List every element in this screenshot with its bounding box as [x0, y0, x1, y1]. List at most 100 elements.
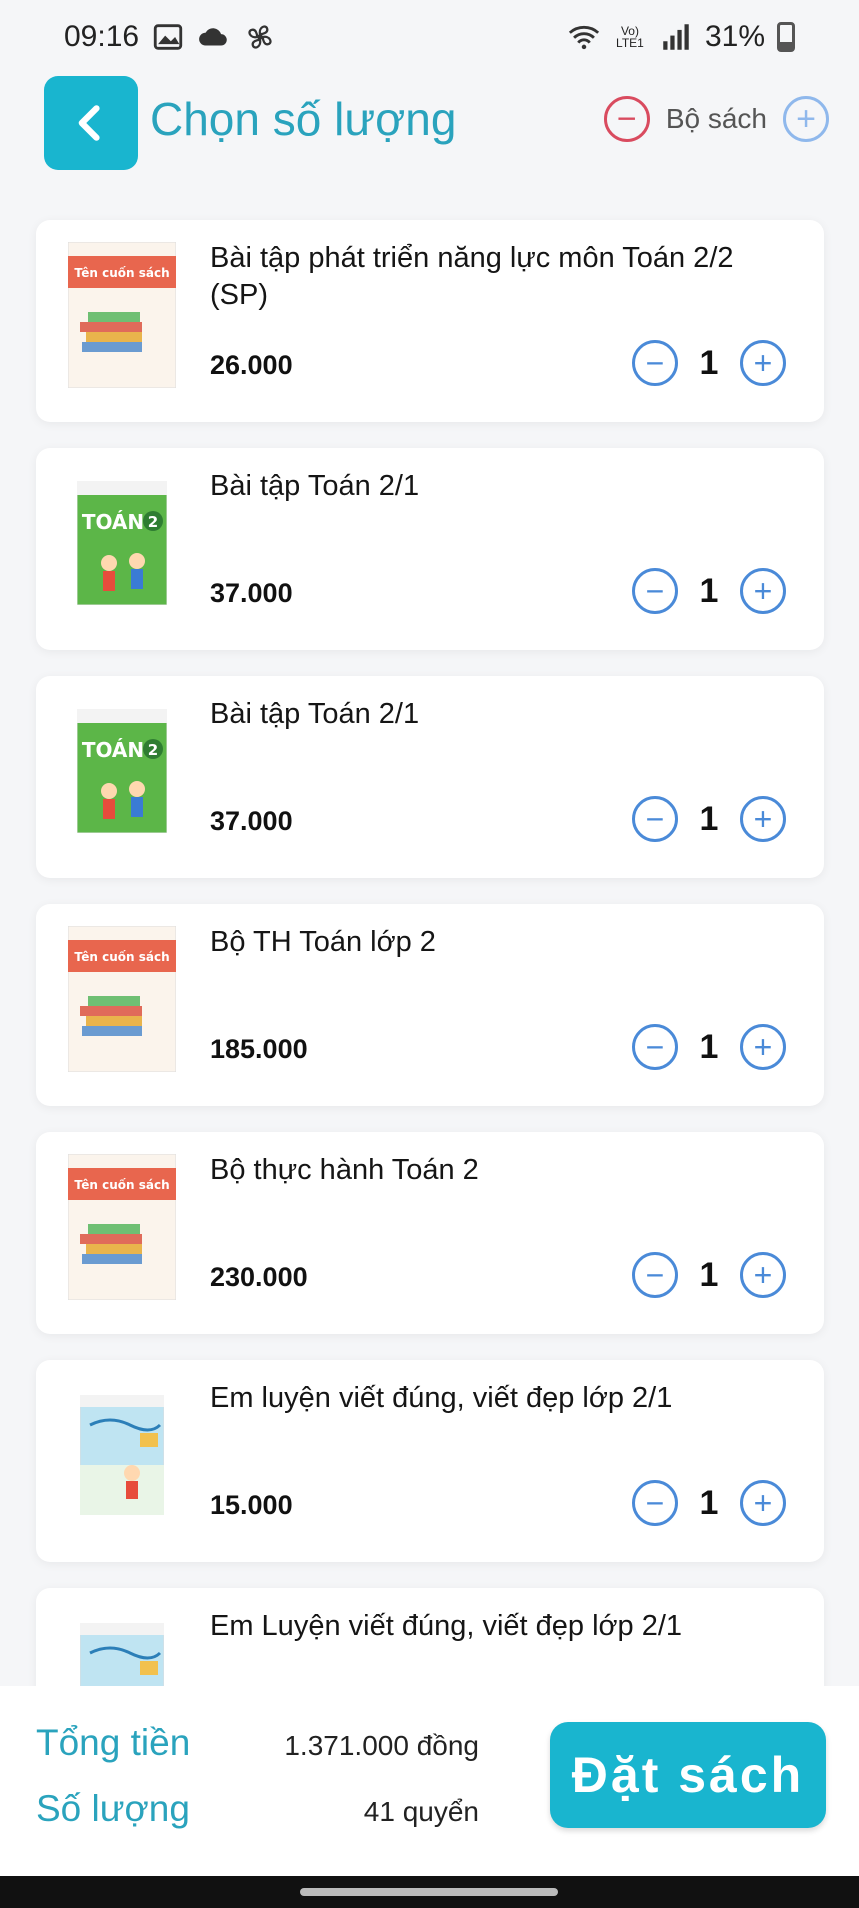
total-value: 1.371.000 đồng [284, 1730, 479, 1761]
decrease-button[interactable]: − [632, 1024, 678, 1070]
book-cover: Tên cuốn sách [68, 242, 176, 388]
book-cover: TOÁN 2 [68, 470, 176, 616]
book-card: TOÁN 2 Bài tập Toán 2/1 37.000 − 1 + [36, 448, 824, 650]
math-book-cover-icon: TOÁN 2 [77, 481, 167, 605]
minus-icon: − [645, 801, 665, 837]
order-button[interactable]: Đặt sách [550, 1722, 826, 1828]
book-placeholder-cover-icon: Tên cuốn sách [68, 242, 176, 388]
home-gesture-handle[interactable] [300, 1888, 558, 1896]
writing-book-cover-icon [80, 1395, 164, 1515]
increase-button[interactable]: + [740, 1024, 786, 1070]
book-card: Tên cuốn sách Bài tập phát triển năng lự… [36, 220, 824, 422]
cover-grade: 2 [148, 513, 158, 531]
status-right: Vo) LTE1 31% [567, 20, 795, 54]
increase-button[interactable]: + [740, 568, 786, 614]
quantity-stepper: − 1 + [632, 1252, 786, 1298]
battery-icon [777, 22, 795, 52]
book-title: Bộ thực hành Toán 2 [210, 1154, 479, 1186]
minus-icon: − [616, 100, 637, 138]
book-price: 230.000 [210, 1262, 308, 1292]
plus-icon: + [753, 1485, 773, 1521]
book-cover: Tên cuốn sách [68, 1154, 176, 1300]
quantity-value: 1 [699, 1483, 719, 1522]
decrease-button[interactable]: − [632, 796, 678, 842]
book-price: 37.000 [210, 806, 293, 836]
decrease-button[interactable]: − [632, 340, 678, 386]
gallery-icon [151, 20, 185, 54]
cover-label: TOÁN [82, 510, 144, 534]
page-title: Chọn số lượng [150, 93, 457, 145]
book-title: Bài tập phát triển năng lực môn Toán 2/2… [210, 242, 734, 311]
count-label: Số lượng [36, 1788, 190, 1829]
plus-icon: + [753, 1029, 773, 1065]
wifi-icon [567, 20, 601, 54]
book-card: TOÁN 2 Bài tập Toán 2/1 37.000 − 1 + [36, 676, 824, 878]
minus-icon: − [645, 1257, 665, 1293]
quantity-value: 1 [699, 1027, 719, 1066]
cover-label: Tên cuốn sách [74, 1178, 169, 1192]
book-price: 185.000 [210, 1034, 308, 1064]
book-price: 26.000 [210, 350, 293, 380]
status-time: 09:16 [64, 20, 140, 53]
book-card: Tên cuốn sách Bộ TH Toán lớp 2 185.000 −… [36, 904, 824, 1106]
book-cover: Tên cuốn sách [68, 926, 176, 1072]
quantity-stepper: − 1 + [632, 568, 786, 614]
cloud-icon [197, 20, 231, 54]
quantity-stepper: − 1 + [632, 340, 786, 386]
back-button[interactable] [44, 76, 138, 170]
navigation-bar [0, 1876, 859, 1908]
book-title: Em Luyện viết đúng, viết đẹp lớp 2/1 [210, 1610, 683, 1642]
quantity-stepper: − 1 + [632, 796, 786, 842]
book-price: 37.000 [210, 578, 293, 608]
book-cover: TOÁN 2 [68, 698, 176, 844]
quantity-value: 1 [699, 571, 719, 610]
increase-button[interactable]: + [740, 1252, 786, 1298]
plus-icon: + [753, 801, 773, 837]
increase-button[interactable]: + [740, 796, 786, 842]
book-title: Bài tập Toán 2/1 [210, 698, 420, 730]
quantity-value: 1 [699, 1255, 719, 1294]
network-label: Vo) LTE1 [616, 24, 644, 50]
count-value: 41 quyển [363, 1796, 479, 1827]
book-card: Em luyện viết đúng, viết đẹp lớp 2/1 15.… [36, 1360, 824, 1562]
book-card: Tên cuốn sách Bộ thực hành Toán 2 230.00… [36, 1132, 824, 1334]
book-placeholder-cover-icon: Tên cuốn sách [68, 926, 176, 1072]
decrease-button[interactable]: − [632, 1480, 678, 1526]
cover-label: TOÁN [82, 738, 144, 762]
increase-button[interactable]: + [740, 340, 786, 386]
increase-button[interactable]: + [740, 1480, 786, 1526]
minus-icon: − [645, 1029, 665, 1065]
add-set-button[interactable]: + [783, 96, 829, 142]
book-title: Bài tập Toán 2/1 [210, 470, 420, 502]
book-title: Em luyện viết đúng, viết đẹp lớp 2/1 [210, 1382, 673, 1414]
book-set-control: − Bộ sách + [603, 96, 829, 142]
remove-set-button[interactable]: − [603, 96, 650, 142]
book-title: Bộ TH Toán lớp 2 [210, 926, 436, 958]
status-bar: 09:16 Vo) LTE1 31% [0, 0, 859, 74]
header: Chọn số lượng − Bộ sách + [0, 76, 859, 172]
plus-icon: + [753, 573, 773, 609]
order-summary: Tổng tiền 1.371.000 đồng Số lượng 41 quy… [0, 1686, 859, 1876]
minus-icon: − [645, 345, 665, 381]
status-left: 09:16 [64, 20, 277, 54]
book-price: 15.000 [210, 1490, 293, 1520]
quantity-stepper: − 1 + [632, 1480, 786, 1526]
decrease-button[interactable]: − [632, 1252, 678, 1298]
plus-icon: + [796, 100, 816, 138]
book-cover [68, 1382, 176, 1528]
plus-icon: + [753, 345, 773, 381]
quantity-stepper: − 1 + [632, 1024, 786, 1070]
book-placeholder-cover-icon: Tên cuốn sách [68, 1154, 176, 1300]
decrease-button[interactable]: − [632, 568, 678, 614]
quantity-value: 1 [699, 343, 719, 382]
minus-icon: − [645, 1485, 665, 1521]
cover-label: Tên cuốn sách [74, 266, 169, 280]
cover-grade: 2 [148, 741, 158, 759]
battery-percent: 31% [704, 20, 765, 53]
plus-icon: + [753, 1257, 773, 1293]
signal-icon [659, 20, 693, 54]
back-arrow-icon [78, 105, 100, 141]
cover-label: Tên cuốn sách [74, 950, 169, 964]
math-book-cover-icon: TOÁN 2 [77, 709, 167, 833]
quantity-value: 1 [699, 799, 719, 838]
